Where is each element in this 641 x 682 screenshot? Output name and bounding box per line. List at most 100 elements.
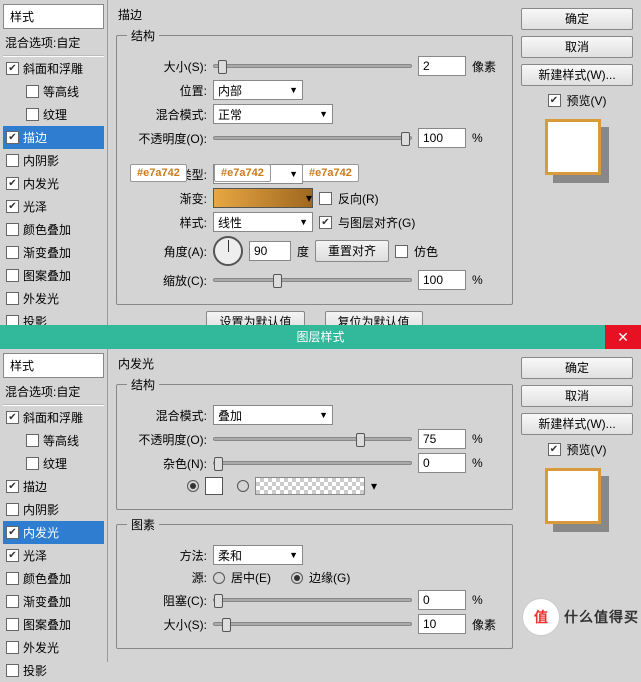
fx-checkbox[interactable]	[6, 269, 19, 282]
size-input[interactable]: 2	[418, 56, 466, 76]
size-unit: 像素	[472, 616, 502, 633]
newstyle-button[interactable]: 新建样式(W)...	[521, 413, 633, 435]
fx-checkbox[interactable]	[6, 595, 19, 608]
size-label: 大小(S):	[127, 58, 207, 75]
opacity-label: 不透明度(O):	[127, 431, 207, 448]
fx-checkbox[interactable]	[6, 503, 19, 516]
style-combo[interactable]: 线性▼	[213, 212, 313, 232]
fx-item-1[interactable]: 等高线	[3, 80, 104, 103]
fx-item-7[interactable]: 颜色叠加	[3, 218, 104, 241]
fx-item-4[interactable]: 内阴影	[3, 149, 104, 172]
cancel-button[interactable]: 取消	[521, 385, 633, 407]
blendmode-combo[interactable]: 正常▼	[213, 104, 333, 124]
fx-checkbox[interactable]	[6, 200, 19, 213]
fx-item-8[interactable]: 渐变叠加	[3, 241, 104, 264]
fx-item-6[interactable]: 光泽	[3, 544, 104, 567]
opacity-slider[interactable]	[213, 136, 412, 140]
fx-checkbox[interactable]	[6, 664, 19, 677]
fx-checkbox[interactable]	[6, 246, 19, 259]
fx-checkbox[interactable]	[26, 85, 39, 98]
color-radio[interactable]	[187, 480, 199, 492]
angle-input[interactable]: 90	[249, 241, 291, 261]
fx-item-6[interactable]: 光泽	[3, 195, 104, 218]
fx-item-5[interactable]: 内发光	[3, 172, 104, 195]
blendmode-combo[interactable]: 叠加▼	[213, 405, 333, 425]
fx-item-9[interactable]: 图案叠加	[3, 613, 104, 636]
style-header[interactable]: 样式	[3, 4, 104, 29]
fx-item-10[interactable]: 外发光	[3, 287, 104, 310]
fx-checkbox[interactable]	[6, 572, 19, 585]
fx-checkbox[interactable]	[6, 411, 19, 424]
reverse-checkbox[interactable]	[319, 192, 332, 205]
fx-label: 光泽	[23, 198, 47, 215]
fx-item-9[interactable]: 图案叠加	[3, 264, 104, 287]
fx-item-3[interactable]: 描边	[3, 475, 104, 498]
fx-checkbox[interactable]	[6, 292, 19, 305]
size-slider[interactable]	[213, 64, 412, 68]
angle-dial[interactable]	[213, 236, 243, 266]
fx-checkbox[interactable]	[6, 177, 19, 190]
gradient-bar[interactable]	[255, 477, 365, 495]
fx-checkbox[interactable]	[6, 131, 19, 144]
fx-item-5[interactable]: 内发光	[3, 521, 104, 544]
noise-slider[interactable]	[213, 461, 412, 465]
choke-input[interactable]: 0	[418, 590, 466, 610]
ok-button[interactable]: 确定	[521, 357, 633, 379]
choke-slider[interactable]	[213, 598, 412, 602]
edge-radio[interactable]	[291, 572, 303, 584]
fx-item-8[interactable]: 渐变叠加	[3, 590, 104, 613]
position-combo[interactable]: 内部▼	[213, 80, 303, 100]
noise-input[interactable]: 0	[418, 453, 466, 473]
fx-item-10[interactable]: 外发光	[3, 636, 104, 659]
opacity-slider[interactable]	[213, 437, 412, 441]
fx-item-3[interactable]: 描边	[3, 126, 104, 149]
blend-options[interactable]: 混合选项:自定	[3, 31, 104, 56]
fx-checkbox[interactable]	[26, 434, 39, 447]
fx-checkbox[interactable]	[6, 480, 19, 493]
fx-checkbox[interactable]	[6, 641, 19, 654]
fx-checkbox[interactable]	[6, 223, 19, 236]
cancel-button[interactable]: 取消	[521, 36, 633, 58]
preview-checkbox[interactable]	[548, 94, 561, 107]
size-input[interactable]: 10	[418, 614, 466, 634]
color-tag-2: #e7a742	[214, 164, 271, 182]
opacity-input[interactable]: 100	[418, 128, 466, 148]
reset-align-button[interactable]: 重置对齐	[315, 240, 389, 262]
chevron-down-icon: ▼	[299, 217, 308, 227]
dither-checkbox[interactable]	[395, 245, 408, 258]
fx-checkbox[interactable]	[6, 549, 19, 562]
newstyle-button[interactable]: 新建样式(W)...	[521, 64, 633, 86]
size-slider[interactable]	[213, 622, 412, 626]
close-button[interactable]: ✕	[605, 325, 641, 349]
fx-checkbox[interactable]	[6, 154, 19, 167]
scale-input[interactable]: 100	[418, 270, 466, 290]
fx-item-1[interactable]: 等高线	[3, 429, 104, 452]
fx-item-2[interactable]: 纹理	[3, 452, 104, 475]
gradient-swatch[interactable]: ▾	[213, 188, 313, 208]
style-header[interactable]: 样式	[3, 353, 104, 378]
fx-checkbox[interactable]	[26, 108, 39, 121]
fx-checkbox[interactable]	[6, 62, 19, 75]
color-swatch[interactable]	[205, 477, 223, 495]
choke-label: 阻塞(C):	[127, 592, 207, 609]
ok-button[interactable]: 确定	[521, 8, 633, 30]
fx-label: 渐变叠加	[23, 593, 71, 610]
fx-checkbox[interactable]	[6, 526, 19, 539]
preview-checkbox[interactable]	[548, 443, 561, 456]
fx-item-7[interactable]: 颜色叠加	[3, 567, 104, 590]
fx-item-4[interactable]: 内阴影	[3, 498, 104, 521]
fx-item-0[interactable]: 斜面和浮雕	[3, 406, 104, 429]
fx-item-0[interactable]: 斜面和浮雕	[3, 57, 104, 80]
fx-item-2[interactable]: 纹理	[3, 103, 104, 126]
method-combo[interactable]: 柔和▼	[213, 545, 303, 565]
fx-item-11[interactable]: 投影	[3, 659, 104, 682]
gradient-radio[interactable]	[237, 480, 249, 492]
scale-slider[interactable]	[213, 278, 412, 282]
fx-checkbox[interactable]	[6, 618, 19, 631]
center-radio[interactable]	[213, 572, 225, 584]
blend-options[interactable]: 混合选项:自定	[3, 380, 104, 405]
align-checkbox[interactable]	[319, 216, 332, 229]
opacity-input[interactable]: 75	[418, 429, 466, 449]
chevron-down-icon: ▾	[306, 191, 312, 205]
fx-checkbox[interactable]	[26, 457, 39, 470]
